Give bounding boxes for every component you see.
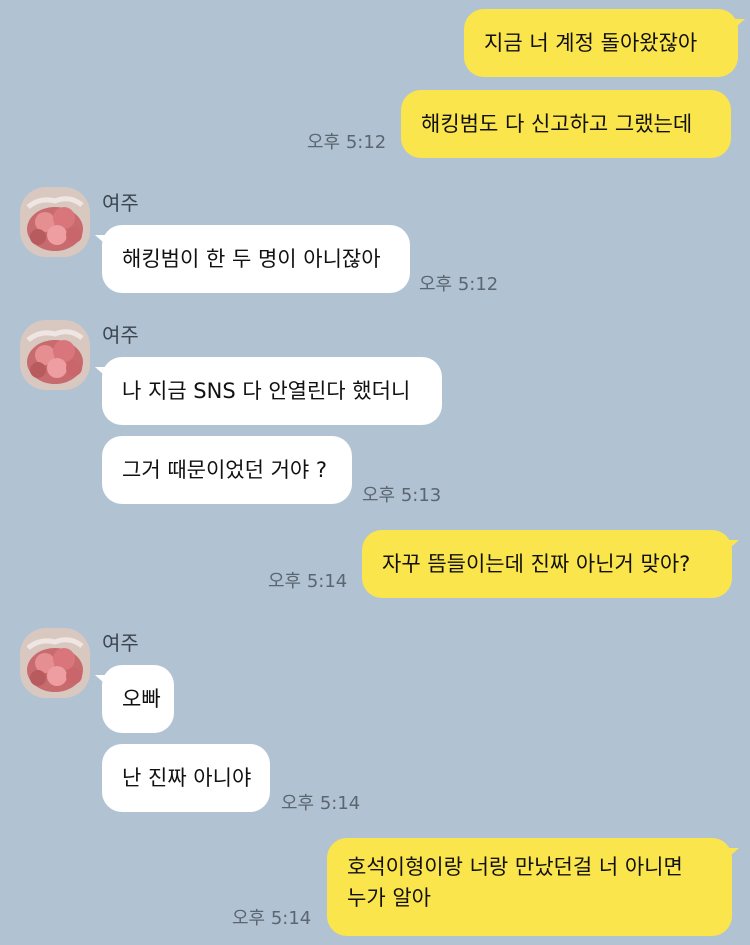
message-text: 지금 너 계정 돌아왔잖아	[484, 30, 698, 55]
message-text: 그거 때문이었던 거야 ?	[122, 457, 328, 482]
message-time: 오후 5:13	[362, 485, 442, 506]
message-text: 나 지금 SNS 다 안열린다 했더니	[122, 378, 411, 403]
contact-avatar[interactable]	[20, 628, 90, 698]
profile-photo-flowers-icon	[20, 320, 90, 390]
chat-room[interactable]: 지금 너 계정 돌아왔잖아 해킹범도 다 신고하고 그랬는데 오후 5:12 여…	[0, 0, 750, 945]
message-text: 오빠	[122, 686, 161, 711]
contact-avatar[interactable]	[20, 320, 90, 390]
incoming-message[interactable]: 나 지금 SNS 다 안열린다 했더니	[95, 357, 442, 425]
outgoing-message[interactable]: 해킹범도 다 신고하고 그랬는데	[401, 90, 731, 158]
contact-avatar[interactable]	[20, 187, 90, 257]
message-time: 오후 5:14	[281, 793, 361, 814]
incoming-message[interactable]: 해킹범이 한 두 명이 아니잖아	[95, 225, 410, 293]
sender-name: 여주	[102, 631, 139, 655]
incoming-message[interactable]: 그거 때문이었던 거야 ?	[102, 436, 352, 504]
message-text: 해킹범이 한 두 명이 아니잖아	[122, 246, 381, 271]
message-text: 난 진짜 아니야	[122, 765, 252, 790]
outgoing-message[interactable]: 자꾸 뜸들이는데 진짜 아닌거 맞아?	[362, 530, 739, 598]
message-time: 오후 5:12	[419, 274, 499, 295]
outgoing-message[interactable]: 호석이형이랑 너랑 만났던걸 너 아니면 누가 알아	[327, 838, 739, 936]
outgoing-message[interactable]: 지금 너 계정 돌아왔잖아	[464, 9, 745, 77]
message-text: 자꾸 뜸들이는데 진짜 아닌거 맞아?	[382, 551, 691, 576]
profile-photo-flowers-icon	[20, 628, 90, 698]
message-time: 오후 5:14	[232, 908, 312, 929]
sender-name: 여주	[102, 191, 139, 215]
profile-photo-flowers-icon	[20, 187, 90, 257]
incoming-message[interactable]: 난 진짜 아니야	[102, 744, 270, 812]
message-text: 호석이형이랑 너랑 만났던걸 너 아니면 누가 알아	[347, 855, 683, 910]
message-text: 해킹범도 다 신고하고 그랬는데	[421, 111, 693, 136]
message-time: 오후 5:12	[307, 132, 387, 153]
sender-name: 여주	[102, 323, 139, 347]
incoming-message[interactable]: 오빠	[95, 665, 174, 733]
message-time: 오후 5:14	[268, 571, 348, 592]
